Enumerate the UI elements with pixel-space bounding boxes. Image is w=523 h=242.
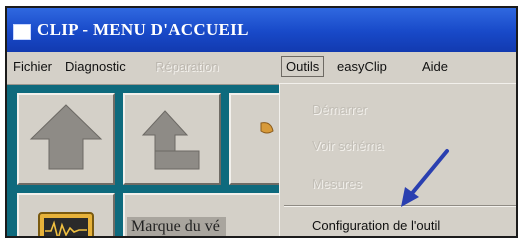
menu-outils[interactable]: Outils	[281, 56, 325, 77]
measure-tile-button[interactable]	[17, 193, 115, 236]
menu-reparation[interactable]: Réparation	[155, 59, 219, 74]
menu-item-configuration-outil[interactable]: Configuration de l'outil	[312, 218, 440, 233]
home-arrow-icon	[29, 104, 103, 170]
menu-fichier[interactable]: Fichier	[13, 59, 52, 74]
up-arrow-icon	[141, 110, 200, 170]
menu-diagnostic[interactable]: Diagnostic	[65, 59, 126, 74]
back-tile-button[interactable]	[123, 93, 221, 185]
menu-aide[interactable]: Aide	[422, 59, 448, 74]
menu-item-voir-schema[interactable]: Voir schéma	[312, 138, 384, 153]
window-title: CLIP - MENU D'ACCUEIL	[37, 20, 249, 39]
menu-easyclip[interactable]: easyClip	[337, 59, 387, 74]
vehicle-brand-label: Marque du vé	[127, 217, 226, 236]
app-icon	[13, 24, 31, 40]
home-tile-button[interactable]	[17, 93, 115, 185]
oscilloscope-icon	[38, 212, 94, 236]
pointer-arrow-icon	[401, 149, 449, 207]
vehicle-tile-button[interactable]: Marque du vé	[123, 193, 303, 236]
title-bar: CLIP - MENU D'ACCUEIL	[7, 8, 516, 52]
menu-bar: Fichier Diagnostic Réparation Outils eas…	[7, 52, 516, 85]
menu-item-demarrer[interactable]: Démarrer	[312, 102, 367, 117]
menu-item-mesures[interactable]: Mesures	[312, 176, 362, 191]
